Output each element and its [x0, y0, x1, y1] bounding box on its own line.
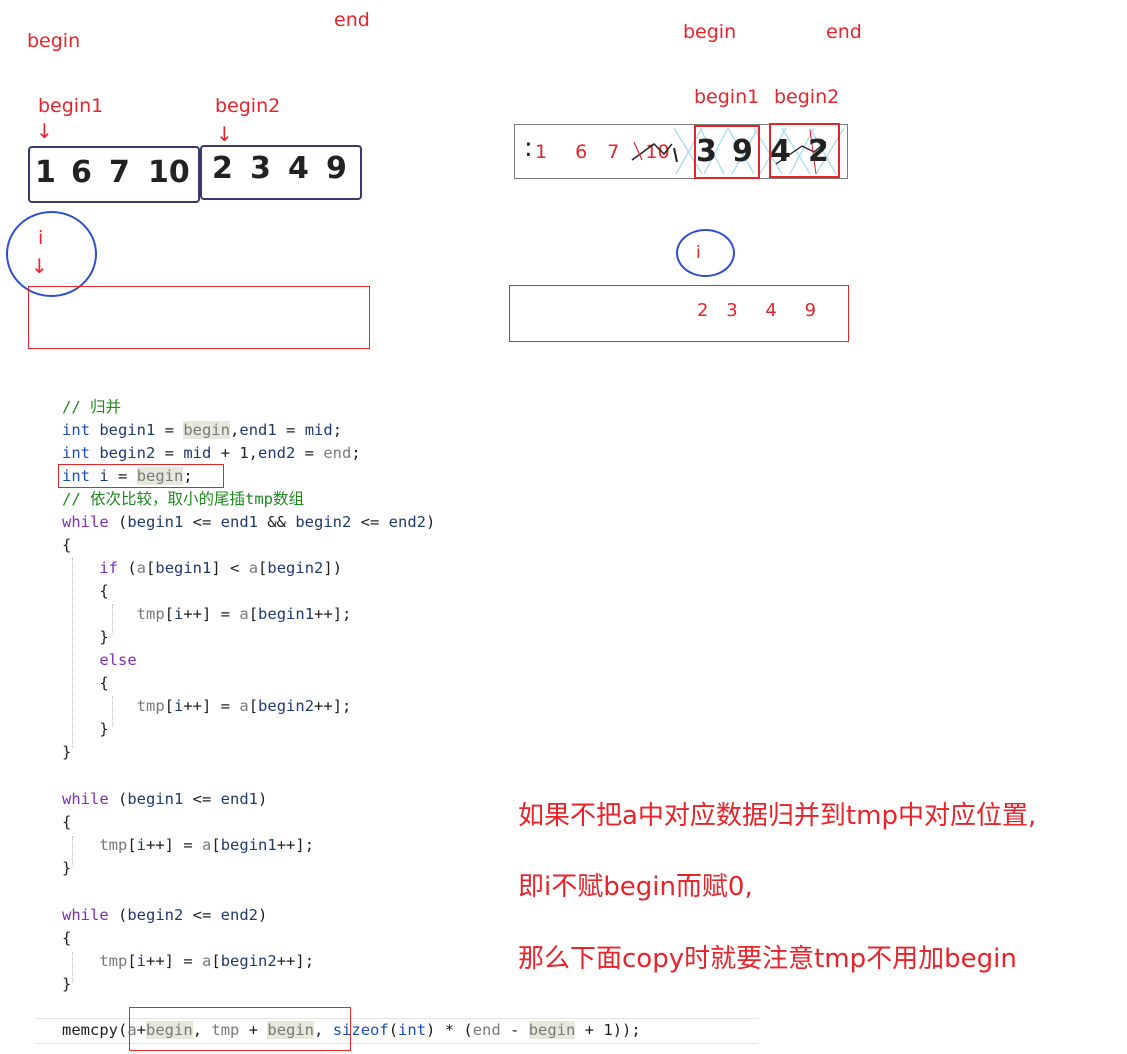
array-cell: 2	[212, 151, 233, 186]
code-line: tmp[i++] = a[begin1++];	[99, 836, 315, 854]
begin1-arrow-icon: ↓	[36, 119, 53, 143]
right-begin-label: begin	[683, 21, 737, 43]
right-i-label: i	[696, 243, 701, 263]
array-cell: 9	[804, 300, 817, 321]
array-cell: 1	[35, 155, 56, 190]
code-line: {	[62, 929, 72, 947]
begin2-arrow-icon: ↓	[216, 122, 233, 146]
array-cell: 10	[148, 155, 190, 190]
tmp-values: 2 3 4 9	[697, 302, 816, 320]
right-i-circle	[676, 229, 735, 277]
code-line: {	[62, 582, 109, 600]
code-comment-merge: // 归并	[62, 398, 121, 416]
note-line-1: 如果不把a中对应数据归并到tmp中对应位置,	[518, 801, 1037, 831]
left-i-circle	[6, 211, 97, 297]
code-line: tmp[i++] = a[begin1++];	[136, 605, 352, 623]
code-line: {	[62, 813, 72, 831]
left-tmp-box	[28, 286, 370, 349]
array-cell: 3	[726, 300, 738, 321]
begin1-highlight-box	[694, 125, 760, 179]
right-begin1-label: begin1	[694, 86, 760, 108]
code-line: {	[62, 674, 109, 692]
code-line: }	[62, 743, 72, 761]
left-i-label: i	[38, 227, 44, 249]
note-line-3: 那么下面copy时就要注意tmp不用加begin	[518, 944, 1017, 974]
code-line: {	[62, 536, 72, 554]
array-cell: 4	[288, 151, 309, 186]
left-begin2-label: begin2	[215, 95, 281, 117]
note-line-2: 即i不赋begin而赋0,	[518, 872, 753, 902]
code-line: int begin1 = begin,end1 = mid;	[62, 421, 343, 439]
array-cell: 3	[250, 151, 271, 186]
array-cell: 6	[71, 155, 92, 190]
code-line: while (begin1 <= end1 && begin2 <= end2)	[62, 513, 436, 531]
right-end-label: end	[826, 21, 862, 43]
code-line: if (a[begin1] < a[begin2])	[99, 559, 343, 577]
array-cell: 2	[697, 300, 709, 321]
code-line: }	[62, 975, 72, 993]
right-begin2-label: begin2	[774, 86, 840, 108]
code-line: tmp[i++] = a[begin2++];	[136, 697, 352, 715]
memcpy-args-highlight-box	[129, 1007, 351, 1051]
array-cell: 7	[109, 155, 130, 190]
code-line: while (begin2 <= end2)	[62, 906, 268, 924]
code-line: else	[99, 651, 137, 669]
code-comment-loop: // 依次比较，取小的尾插tmp数组	[62, 490, 304, 508]
code-line: tmp[i++] = a[begin2++];	[99, 952, 315, 970]
array-cell: 4	[765, 300, 777, 321]
init-i-highlight-box	[58, 464, 224, 488]
code-line: int begin2 = mid + 1,end2 = end;	[62, 444, 361, 462]
code-line: }	[62, 859, 72, 877]
code-line: }	[62, 628, 109, 646]
array-cell: 9	[326, 151, 347, 186]
left-subarray-values: 1 6 7 10	[28, 158, 200, 192]
i-arrow-icon: ↓	[31, 254, 48, 278]
code-line: while (begin1 <= end1)	[62, 790, 268, 808]
left-begin1-label: begin1	[38, 95, 104, 117]
left-end-label: end	[334, 9, 370, 31]
code-line: }	[62, 720, 109, 738]
right-subarray-values: 2 3 4 9	[200, 154, 362, 188]
left-begin-label: begin	[27, 30, 81, 52]
begin2-highlight-box	[769, 123, 840, 178]
